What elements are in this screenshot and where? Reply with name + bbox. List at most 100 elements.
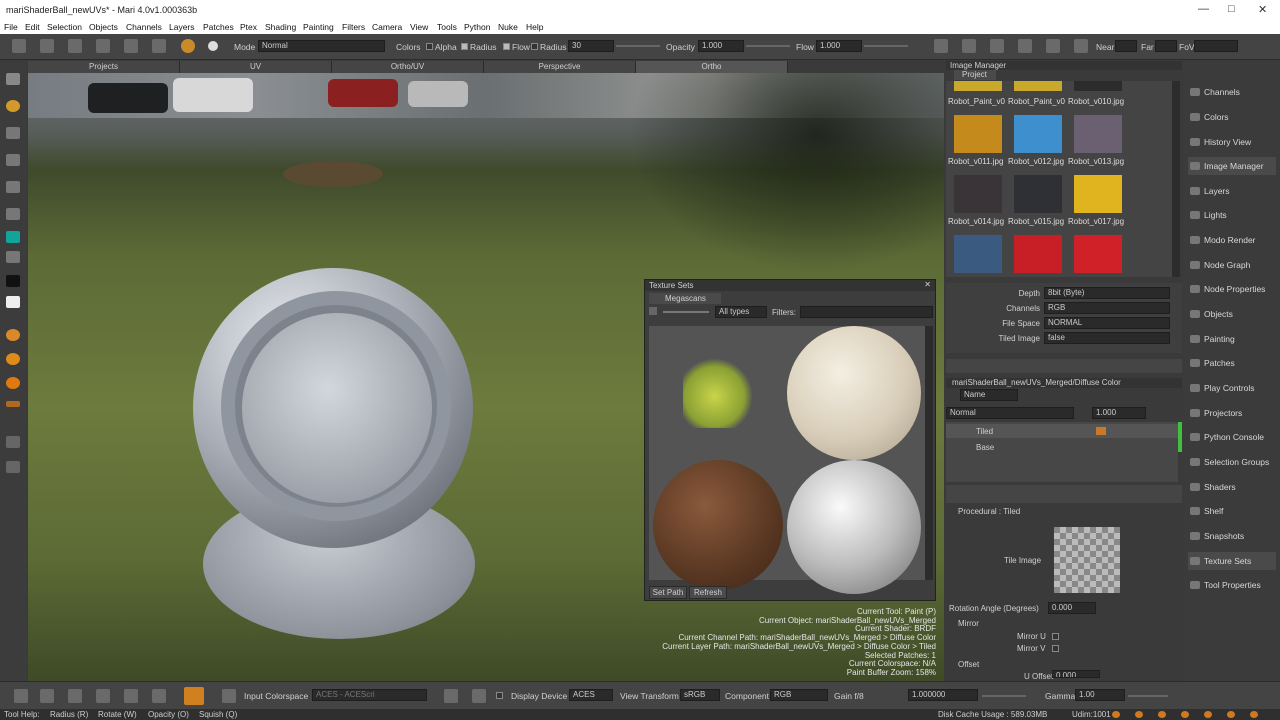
camera-icon-2[interactable] xyxy=(962,39,976,53)
palette-shaders[interactable]: Shaders xyxy=(1188,478,1276,496)
gamma-field[interactable]: 1.00 xyxy=(1075,689,1125,701)
image-thumb[interactable] xyxy=(954,235,1002,273)
clipboard-icon[interactable] xyxy=(472,689,486,703)
palette-lights[interactable]: Lights xyxy=(1188,206,1276,224)
rotation-field[interactable]: 0.000 xyxy=(1048,602,1096,614)
camera-icon-3[interactable] xyxy=(990,39,1004,53)
close-project-icon[interactable] xyxy=(40,39,54,53)
tab-project[interactable]: Project xyxy=(954,70,996,80)
palette-snapshots[interactable]: Snapshots xyxy=(1188,527,1276,545)
gamma-slider[interactable] xyxy=(1128,695,1168,697)
menu-objects[interactable]: Objects xyxy=(89,22,118,32)
transform-tool-icon[interactable] xyxy=(6,127,20,139)
mirror-u-checkbox[interactable] xyxy=(1052,633,1059,640)
tab-megascans[interactable]: Megascans xyxy=(649,293,721,304)
menu-help[interactable]: Help xyxy=(526,22,543,32)
radius-enable-checkbox[interactable] xyxy=(531,43,538,50)
menu-nuke[interactable]: Nuke xyxy=(498,22,518,32)
shelf-icon-1[interactable] xyxy=(6,329,20,341)
palette-node-properties[interactable]: Node Properties xyxy=(1188,280,1276,298)
image-manager-scrollbar[interactable] xyxy=(1172,81,1180,277)
minimize-icon[interactable]: — xyxy=(1198,3,1209,15)
opacity-slider[interactable] xyxy=(746,45,790,47)
shelf-icon-2[interactable] xyxy=(6,353,20,365)
brush-tool-icon[interactable] xyxy=(6,208,20,220)
paint-tool-icon[interactable] xyxy=(6,100,20,112)
new-icon[interactable] xyxy=(12,39,26,53)
palette-colors[interactable]: Colors xyxy=(1188,108,1276,126)
menu-python[interactable]: Python xyxy=(464,22,490,32)
alpha-checkbox[interactable] xyxy=(426,43,433,50)
tab-projects[interactable]: Projects xyxy=(28,61,180,73)
status-icon-5[interactable] xyxy=(1204,711,1212,718)
maximize-icon[interactable]: □ xyxy=(1228,3,1235,15)
leaf-texture-thumb[interactable] xyxy=(683,358,753,428)
refresh-button[interactable]: Refresh xyxy=(689,586,727,599)
flow-field[interactable]: 1.000 xyxy=(816,40,862,52)
pan-icon[interactable] xyxy=(124,689,138,703)
status-icon-6[interactable] xyxy=(1227,711,1235,718)
gain-slider[interactable] xyxy=(982,695,1026,697)
fit-tool-icon[interactable] xyxy=(6,461,20,473)
image-thumb[interactable] xyxy=(1074,175,1122,213)
thumbnail-size-slider[interactable] xyxy=(663,311,709,313)
down-arrow-icon[interactable] xyxy=(68,689,82,703)
menu-filters[interactable]: Filters xyxy=(342,22,365,32)
menu-selection[interactable]: Selection xyxy=(47,22,82,32)
move-icon[interactable] xyxy=(40,689,54,703)
flow-checkbox[interactable] xyxy=(503,43,510,50)
status-icon-2[interactable] xyxy=(1135,711,1143,718)
offset-section[interactable]: Offset xyxy=(958,660,979,669)
display-device-checkbox[interactable] xyxy=(496,692,503,699)
prop-filespace-value[interactable]: NORMAL xyxy=(1044,317,1170,329)
frame-tool-icon[interactable] xyxy=(6,436,20,448)
type-filter-select[interactable]: All types xyxy=(715,306,767,318)
paint-target-icon[interactable] xyxy=(181,39,195,53)
palette-texture-sets[interactable]: Texture Sets xyxy=(1188,552,1276,570)
opacity-field[interactable]: 1.000 xyxy=(698,40,744,52)
palette-modo-render[interactable]: Modo Render xyxy=(1188,231,1276,249)
status-icon-4[interactable] xyxy=(1181,711,1189,718)
save-icon[interactable] xyxy=(68,39,82,53)
radius-checkbox[interactable] xyxy=(461,43,468,50)
layer-opacity-field[interactable]: 1.000 xyxy=(1092,407,1146,419)
rotate-icon[interactable] xyxy=(96,689,110,703)
image-thumb[interactable] xyxy=(1074,235,1122,273)
fov-field[interactable] xyxy=(1194,40,1238,52)
menu-layers[interactable]: Layers xyxy=(169,22,195,32)
thumbnails-scrollbar[interactable] xyxy=(925,326,933,580)
display-device-select[interactable]: ACES xyxy=(569,689,613,701)
menu-view[interactable]: View xyxy=(410,22,428,32)
hex-tool-icon[interactable] xyxy=(184,687,204,705)
camera-icon-6[interactable] xyxy=(1074,39,1088,53)
layer-name-filter[interactable]: Name xyxy=(960,389,1018,401)
tab-ortho[interactable]: Ortho xyxy=(636,61,788,73)
input-colorspace-select[interactable]: ACES - ACEScri xyxy=(312,689,427,701)
marquee-tool-icon[interactable] xyxy=(6,181,20,193)
component-select[interactable]: RGB xyxy=(770,689,828,701)
menu-patches[interactable]: Patches xyxy=(203,22,234,32)
palette-image-manager[interactable]: Image Manager xyxy=(1188,157,1276,175)
menu-painting[interactable]: Painting xyxy=(303,22,334,32)
lasso-icon[interactable] xyxy=(152,689,166,703)
image-thumb[interactable] xyxy=(954,175,1002,213)
select-tool-icon[interactable] xyxy=(6,73,20,85)
marble-texture-thumb[interactable] xyxy=(787,326,921,460)
flow-slider[interactable] xyxy=(864,45,908,47)
brush-dot-icon[interactable] xyxy=(208,41,218,51)
image-thumb[interactable] xyxy=(954,115,1002,153)
menu-edit[interactable]: Edit xyxy=(25,22,40,32)
tab-perspective[interactable]: Perspective xyxy=(484,61,636,73)
background-color-icon[interactable] xyxy=(6,296,20,308)
menu-tools[interactable]: Tools xyxy=(437,22,457,32)
tab-uv[interactable]: UV xyxy=(180,61,332,73)
palette-python-console[interactable]: Python Console xyxy=(1188,428,1276,446)
lock-icon[interactable] xyxy=(152,39,166,53)
foreground-color-icon[interactable] xyxy=(6,275,20,287)
mirror-section[interactable]: Mirror xyxy=(958,619,979,628)
layer-row-tiled[interactable]: Tiled xyxy=(946,424,1178,438)
palette-selection-groups[interactable]: Selection Groups xyxy=(1188,453,1276,471)
image-thumb[interactable] xyxy=(1014,235,1062,273)
image-thumb[interactable] xyxy=(1014,81,1062,91)
camera-icon-4[interactable] xyxy=(1018,39,1032,53)
